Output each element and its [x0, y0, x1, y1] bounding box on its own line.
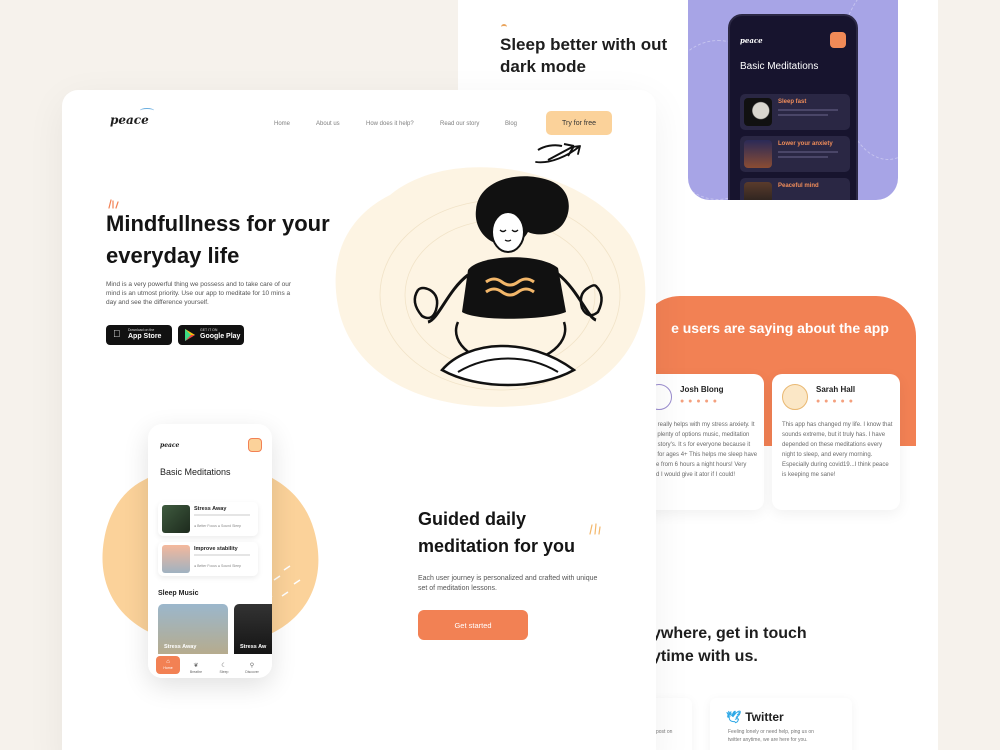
- logo[interactable]: peace: [110, 113, 149, 127]
- music-card[interactable]: Stress Away: [158, 604, 228, 660]
- twitter-contact-card[interactable]: 🕊 Twitter Feeling lonely or need help, pi…: [710, 698, 852, 750]
- testimonials-title: e users are saying about the app: [671, 320, 889, 336]
- avatar: [782, 384, 808, 410]
- nav-about[interactable]: About us: [316, 121, 340, 127]
- sleep-music-heading: Sleep Music: [158, 590, 199, 597]
- tab-home[interactable]: ⌂ Home: [156, 656, 180, 674]
- meditation-image: [744, 182, 772, 200]
- meditating-person-illustration: [413, 143, 603, 387]
- arrow-doodle: [535, 145, 581, 164]
- meditation-card[interactable]: Peaceful mind: [740, 178, 850, 200]
- contact-title: ywhere, get in touch ytime with us.: [652, 625, 807, 665]
- leaf-image: [162, 505, 190, 533]
- phone-logo: peace: [740, 36, 763, 45]
- google-play-button[interactable]: GET IT ON Google Play: [178, 325, 244, 345]
- sunset-image: [162, 545, 190, 573]
- testimonial-card: Sarah Hall ● ● ● ● ● This app has change…: [772, 374, 900, 510]
- meditation-card[interactable]: Improve stability ● Better Focus ● Sound…: [158, 542, 258, 576]
- hero-title: Mindfullness for your everyday life: [106, 211, 330, 268]
- rating-stars: ● ● ● ● ●: [680, 398, 718, 405]
- tab-bar: ⌂ Home ❦ Breathe ☾ Sleep ⚲ Discover: [148, 654, 272, 678]
- leaf-icon: ❦: [193, 663, 199, 669]
- sleep-section-title: Sleep better with out dark mode: [500, 24, 670, 78]
- phone-mockup: peace Basic Meditations Stress Away ● Be…: [148, 424, 272, 678]
- meditation-card[interactable]: Sleep fast: [740, 94, 850, 130]
- avatar: [248, 438, 262, 452]
- dark-phone-mockup: peace Basic Meditations Sleep fast Lower…: [728, 14, 858, 200]
- tab-sleep[interactable]: ☾ Sleep: [212, 663, 236, 674]
- get-started-button[interactable]: Get started: [418, 610, 528, 640]
- twitter-icon: 🕊: [726, 710, 742, 724]
- play-icon: [185, 329, 195, 341]
- tab-discover[interactable]: ⚲ Discover: [240, 663, 264, 674]
- decor-mark: [501, 24, 507, 30]
- search-icon: ⚲: [249, 663, 255, 669]
- meditation-image: [744, 140, 772, 168]
- guided-section-title: Guided daily meditation for you: [418, 509, 575, 556]
- dark-mode-showcase: peace Basic Meditations Sleep fast Lower…: [688, 0, 898, 200]
- phone-title: Basic Meditations: [740, 61, 819, 72]
- meditation-card[interactable]: Stress Away ● Better Focus ● Sound Sleep: [158, 502, 258, 536]
- moon-icon: ☾: [221, 663, 227, 669]
- phone-logo: peace: [160, 442, 180, 449]
- home-icon: ⌂: [166, 659, 170, 665]
- rating-stars: ● ● ● ● ●: [816, 398, 854, 405]
- nav-blog[interactable]: Blog: [505, 121, 517, 127]
- nav-our-story[interactable]: Read our story: [440, 121, 479, 127]
- tab-breathe[interactable]: ❦ Breathe: [184, 663, 208, 674]
- nav-how-it-helps[interactable]: How does it help?: [366, 121, 414, 127]
- try-for-free-button[interactable]: Try for free: [546, 111, 612, 135]
- moon-image: [744, 98, 772, 126]
- guided-section-description: Each user journey is personalized and cr…: [418, 575, 598, 592]
- phone-title: Basic Meditations: [160, 467, 231, 477]
- meditation-card[interactable]: Lower your anxiety: [740, 136, 850, 172]
- nav-home[interactable]: Home: [274, 121, 290, 127]
- music-card[interactable]: Stress Aw: [234, 604, 272, 660]
- logo-swoosh: [140, 108, 154, 113]
- apple-icon: : [113, 329, 121, 341]
- hero-description: Mind is a very powerful thing we possess…: [106, 281, 291, 306]
- app-store-button[interactable]:  Download on the App Store: [106, 325, 172, 345]
- landing-page: peace Home About us How does it help? Re…: [62, 90, 656, 750]
- avatar: [830, 32, 846, 48]
